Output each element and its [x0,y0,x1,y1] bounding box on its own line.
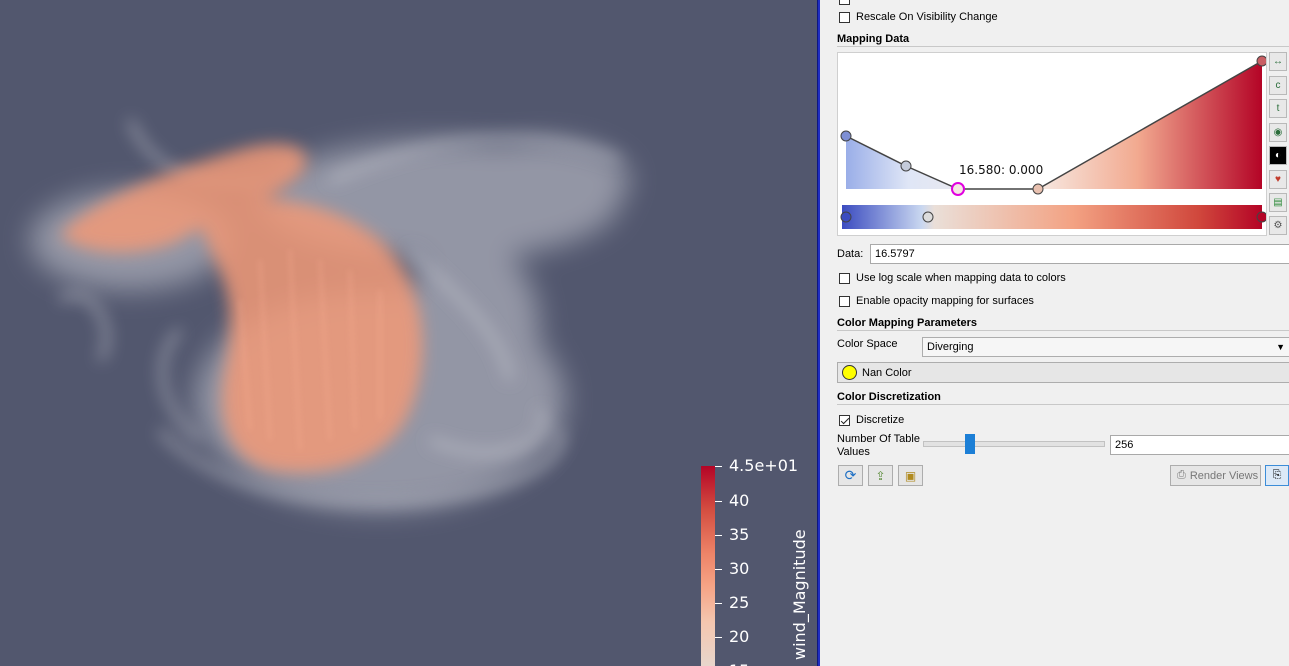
rescale-visibility-option[interactable]: Rescale On Visibility Change [839,11,998,23]
opacity-surfaces-checkbox[interactable] [839,295,850,307]
scalar-bar-tick [715,637,722,638]
save-preset-icon[interactable]: ▤ [1269,193,1287,212]
rescale-custom-range-icon[interactable]: c [1269,76,1287,95]
refresh-button[interactable]: ⟳ [838,465,863,486]
log-scale-option[interactable]: Use log scale when mapping data to color… [839,272,1066,284]
render-views-icon: ⎙ [1177,469,1186,481]
discretize-option[interactable]: Discretize [839,414,904,426]
discretize-label: Discretize [856,414,905,426]
color-space-value: Diverging [927,341,974,353]
opacity-surfaces-label: Enable opacity mapping for surfaces [856,295,1034,307]
scalar-bar-label: 4.5e+01 [729,456,799,475]
data-value-field[interactable]: 16.5797 [870,244,1289,264]
table-values-label-line2: Values [837,446,870,458]
color-map-editor-panel: Rescale On Visibility Change Mapping Dat… [820,0,1289,666]
open-folder-icon: ▣ [904,468,917,483]
render-views-button[interactable]: ⎙ Render Views [1170,465,1261,486]
scalar-bar-label: 40 [729,491,750,510]
render-views-label: Render Views [1189,469,1259,482]
table-values-label-line1: Number Of Table [837,433,920,445]
opacity-control-point[interactable] [840,130,852,142]
opacity-control-point[interactable] [1032,183,1044,195]
color-control-point[interactable] [922,211,934,223]
data-field-label: Data: [837,248,864,260]
scalar-bar-label: 25 [729,593,750,612]
volume-rendering [30,118,630,510]
choose-preset-icon[interactable]: ♥ [1269,170,1287,189]
nan-color-swatch-icon [842,365,857,380]
scalar-bar-label: 20 [729,627,750,646]
scalar-bar-label: 35 [729,525,750,544]
scalar-bar-label: 15 [729,662,749,666]
scalar-bar-tick [715,501,722,502]
auto-apply-button[interactable]: ⎘ [1265,465,1289,486]
clipped-option-checkbox[interactable] [839,0,850,5]
rescale-visible-range-icon[interactable]: ◉ [1269,123,1287,142]
invert-colormap-icon[interactable]: ◐ [1269,146,1287,165]
scalar-bar-tick [715,535,722,536]
clipped-option-row[interactable] [839,0,856,5]
color-space-dropdown[interactable]: Diverging ▼ [922,337,1289,357]
table-values-label: Number Of Table Values [837,433,920,459]
color-discretization-header: Color Discretization [837,391,1289,405]
advanced-settings-icon[interactable]: ⚙ [1269,216,1287,235]
log-scale-label: Use log scale when mapping data to color… [856,272,1066,284]
rescale-range-icon[interactable]: ↔ [1269,52,1287,71]
color-transfer-bar [842,205,1262,229]
scalar-bar-colormap [701,466,715,666]
scalar-bar-tick [715,466,722,467]
render-view[interactable]: 4.5e+01 40 35 30 25 20 15 wind_Magnitude [0,0,817,666]
save-as-default-button[interactable]: ⇪ [868,465,893,486]
nan-color-button[interactable]: Nan Color [837,362,1289,383]
chevron-down-icon: ▼ [1276,342,1285,352]
rescale-visibility-checkbox[interactable] [839,11,850,23]
nan-color-label: Nan Color [862,366,912,379]
opacity-control-point[interactable] [900,160,912,172]
color-control-point[interactable] [840,211,852,223]
rescale-visibility-label: Rescale On Visibility Change [856,11,998,23]
table-values-slider-track[interactable] [923,441,1105,447]
color-control-point[interactable] [1256,211,1266,223]
selected-opacity-control-point[interactable] [951,182,965,196]
mapping-data-header: Mapping Data [837,33,1289,47]
table-values-field[interactable]: 256 [1110,435,1289,455]
scalar-bar-title: wind_Magnitude [790,529,809,660]
scalar-bar-tick [715,569,722,570]
transfer-function-editor[interactable]: 16.580: 0.000 [837,52,1267,236]
discretize-checkbox[interactable] [839,414,850,426]
opacity-control-point[interactable] [1256,55,1266,67]
color-mapping-parameters-header: Color Mapping Parameters [837,317,1289,331]
scalar-bar-tick [715,603,722,604]
auto-apply-icon: ⎘ [1272,469,1282,481]
save-default-icon: ⇪ [875,468,886,483]
table-values-slider-handle[interactable] [965,434,975,454]
opacity-point-tooltip: 16.580: 0.000 [959,163,1043,177]
load-default-button[interactable]: ▣ [898,465,923,486]
transfer-function-canvas[interactable]: 16.580: 0.000 [838,53,1266,235]
opacity-surfaces-option[interactable]: Enable opacity mapping for surfaces [839,295,1034,307]
color-space-label: Color Space [837,338,898,350]
log-scale-checkbox[interactable] [839,272,850,284]
scalar-bar-label: 30 [729,559,750,578]
rescale-temporal-range-icon[interactable]: t [1269,99,1287,118]
refresh-icon: ⟳ [844,467,857,483]
